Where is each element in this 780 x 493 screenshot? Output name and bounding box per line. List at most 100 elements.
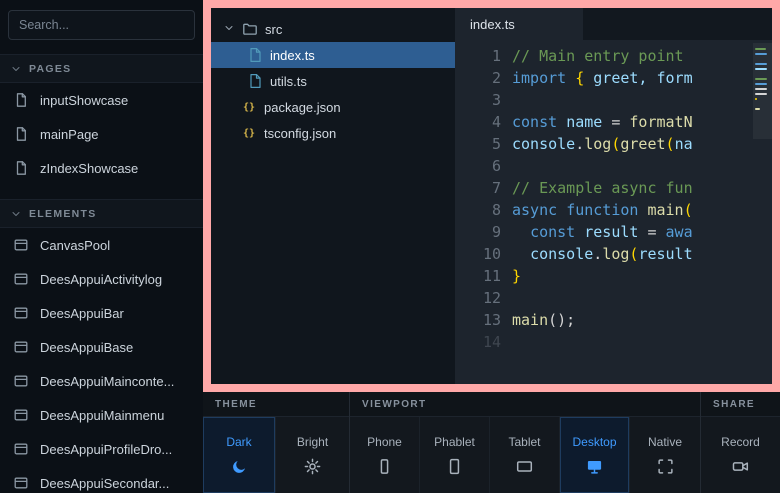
code-editor[interactable]: 1234567891011121314 // Main entry pointi…: [455, 40, 772, 384]
desktop-icon: [586, 458, 603, 475]
code-token: [575, 223, 584, 241]
sidebar-item-label: zIndexShowcase: [40, 161, 138, 176]
document-icon: [13, 160, 29, 176]
component-icon: [13, 441, 29, 457]
line-number: 13: [455, 309, 501, 331]
tree-item-indexts[interactable]: index.ts: [211, 42, 455, 68]
sidebar-item-label: inputShowcase: [40, 93, 128, 108]
code-token: const: [512, 113, 557, 131]
sidebar-item-label: DeesAppuiActivitylog: [40, 272, 162, 287]
section-header-pages[interactable]: PAGES: [0, 54, 203, 83]
code-token: [512, 245, 530, 263]
toolbar-group-share: SHARERecord: [700, 392, 780, 493]
line-number-gutter: 1234567891011121314: [455, 45, 501, 384]
sidebar-item-label: DeesAppuiBase: [40, 340, 133, 355]
section-label: ELEMENTS: [29, 208, 97, 220]
sidebar-item-inputshowcase[interactable]: inputShowcase: [0, 83, 203, 117]
tablet-icon: [516, 458, 533, 475]
line-number: 11: [455, 265, 501, 287]
phablet-button[interactable]: Phablet: [420, 417, 490, 493]
line-number: 1: [455, 45, 501, 67]
phone-button[interactable]: Phone: [350, 417, 420, 493]
line-number: 4: [455, 111, 501, 133]
line-number: 3: [455, 89, 501, 111]
json-file-icon: {}: [241, 128, 257, 139]
toolbar-group-title: SHARE: [701, 392, 780, 417]
code-line: [512, 155, 772, 177]
tab-index-ts[interactable]: index.ts: [455, 8, 583, 40]
native-button[interactable]: Native: [630, 417, 700, 493]
toolbar-group-theme: THEMEDarkBright: [203, 392, 349, 493]
sidebar-item-label: DeesAppuiBar: [40, 306, 124, 321]
section-header-elements[interactable]: ELEMENTS: [0, 199, 203, 228]
record-button[interactable]: Record: [701, 417, 780, 493]
ts-file-icon: [247, 73, 263, 89]
code-token: const: [530, 223, 575, 241]
phablet-icon: [446, 458, 463, 475]
sidebar-item-zindexshowcase[interactable]: zIndexShowcase: [0, 151, 203, 185]
code-token: name: [566, 113, 602, 131]
code-token: awa: [666, 223, 693, 241]
sidebar-item-label: DeesAppuiMainconte...: [40, 374, 174, 389]
sidebar-item-label: DeesAppuiMainmenu: [40, 408, 164, 423]
sidebar: PAGES inputShowcase mainPage zIndexShowcase…: [0, 0, 203, 493]
tree-item-src[interactable]: src: [211, 16, 455, 42]
chevron-wrap: [223, 22, 235, 37]
minimap-line: [755, 53, 767, 55]
code-token: (: [684, 201, 693, 219]
sidebar-item-deesappuimainmenu[interactable]: DeesAppuiMainmenu: [0, 398, 203, 432]
sidebar-item-deesappuiactivitylog[interactable]: DeesAppuiActivitylog: [0, 262, 203, 296]
sidebar-item-canvaspool[interactable]: CanvasPool: [0, 228, 203, 262]
desktop-button[interactable]: Desktop: [560, 417, 630, 493]
code-token: result: [584, 223, 638, 241]
code-token: console: [530, 245, 593, 263]
button-label: Bright: [297, 435, 328, 449]
tablet-button[interactable]: Tablet: [490, 417, 560, 493]
chevron-down-icon: [10, 208, 22, 220]
record-icon: [732, 458, 749, 475]
sidebar-item-deesappuiprofiledro[interactable]: DeesAppuiProfileDro...: [0, 432, 203, 466]
code-token: [566, 69, 575, 87]
sidebar-item-label: CanvasPool: [40, 238, 110, 253]
button-label: Phablet: [434, 435, 475, 449]
json-file-icon: {}: [241, 102, 257, 113]
chevron-down-icon: [223, 22, 235, 34]
minimap[interactable]: [755, 48, 768, 118]
code-token: console: [512, 135, 575, 153]
sun-icon: [304, 458, 321, 475]
line-number: 8: [455, 199, 501, 221]
tree-item-tsconfigjson[interactable]: {} tsconfig.json: [211, 120, 455, 146]
code-content: // Main entry pointimport { greet, formc…: [512, 45, 772, 384]
code-line: [512, 89, 772, 111]
sidebar-item-label: DeesAppuiSecondar...: [40, 476, 169, 491]
dark-button[interactable]: Dark: [203, 417, 276, 493]
sidebar-item-deesappuibar[interactable]: DeesAppuiBar: [0, 296, 203, 330]
code-demo-panel: srcindex.tsutils.ts{}package.json{}tscon…: [211, 8, 772, 384]
code-token: async: [512, 201, 557, 219]
code-token: =: [638, 223, 665, 241]
code-line: console.log(result: [512, 243, 772, 265]
tree-item-utilsts[interactable]: utils.ts: [211, 68, 455, 94]
phone-icon: [376, 458, 393, 475]
tree-item-packagejson[interactable]: {} package.json: [211, 94, 455, 120]
native-icon: [657, 458, 674, 475]
tree-item-label: package.json: [264, 100, 341, 115]
sidebar-item-deesappuibase[interactable]: DeesAppuiBase: [0, 330, 203, 364]
button-label: Desktop: [572, 435, 616, 449]
tree-item-label: tsconfig.json: [264, 126, 336, 141]
bright-button[interactable]: Bright: [276, 417, 349, 493]
toolbar-buttons: Record: [701, 417, 780, 493]
preview-frame: srcindex.tsutils.ts{}package.json{}tscon…: [203, 0, 780, 392]
search-input[interactable]: [8, 10, 195, 40]
button-label: Tablet: [508, 435, 540, 449]
toolbar-group-viewport: VIEWPORTPhonePhabletTabletDesktopNative: [349, 392, 700, 493]
code-token: function: [566, 201, 638, 219]
minimap-line: [755, 108, 760, 110]
document-icon: [13, 126, 29, 142]
sidebar-item-deesappuisecondar[interactable]: DeesAppuiSecondar...: [0, 466, 203, 493]
line-number: 5: [455, 133, 501, 155]
code-line: main();: [512, 309, 772, 331]
button-label: Phone: [367, 435, 402, 449]
sidebar-item-deesappuimainconte[interactable]: DeesAppuiMainconte...: [0, 364, 203, 398]
sidebar-item-mainpage[interactable]: mainPage: [0, 117, 203, 151]
